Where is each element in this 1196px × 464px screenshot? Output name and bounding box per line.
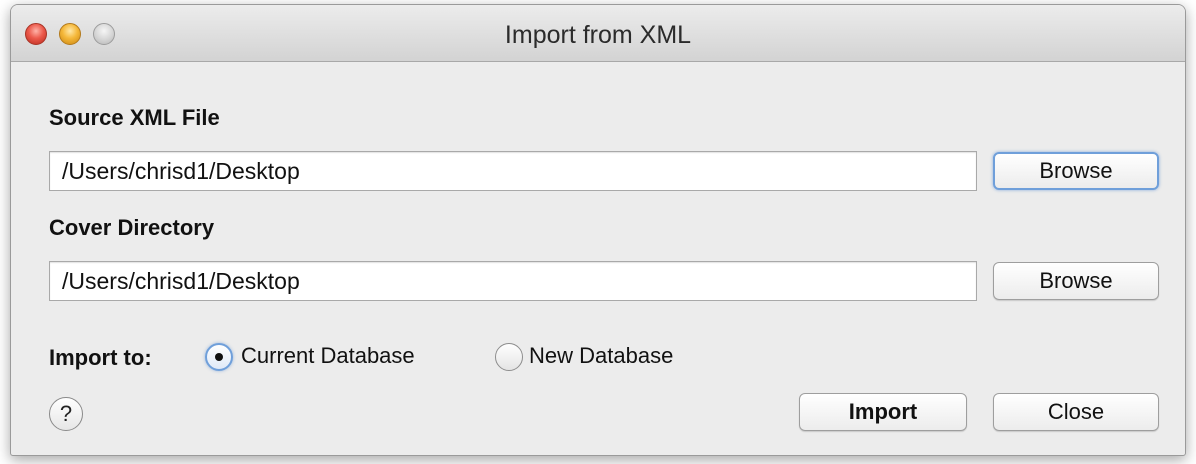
new-database-label[interactable]: New Database	[529, 343, 673, 369]
new-database-radio[interactable]	[495, 343, 523, 371]
current-database-label[interactable]: Current Database	[241, 343, 415, 369]
close-button[interactable]: Close	[993, 393, 1159, 431]
radio-selected-dot	[215, 353, 223, 361]
cover-directory-input[interactable]: /Users/chrisd1/Desktop	[49, 261, 977, 301]
import-button-label: Import	[848, 399, 918, 424]
cover-browse-button[interactable]: Browse	[993, 262, 1159, 300]
window-title: Import from XML	[504, 21, 692, 49]
source-xml-file-input[interactable]: /Users/chrisd1/Desktop	[49, 151, 977, 191]
import-button[interactable]: Import	[799, 393, 967, 431]
import-to-label: Import to:	[49, 345, 152, 370]
current-database-radio[interactable]	[205, 343, 233, 371]
source-xml-file-label: Source XML File	[49, 105, 220, 130]
cover-directory-label: Cover Directory	[49, 215, 215, 240]
help-button[interactable]: ?	[49, 397, 83, 431]
import-dialog-window: Import from XML Source XML File /Users/c…	[10, 4, 1186, 456]
title-bar[interactable]: Import from XML	[11, 5, 1185, 62]
source-browse-button[interactable]: Browse	[993, 152, 1159, 190]
